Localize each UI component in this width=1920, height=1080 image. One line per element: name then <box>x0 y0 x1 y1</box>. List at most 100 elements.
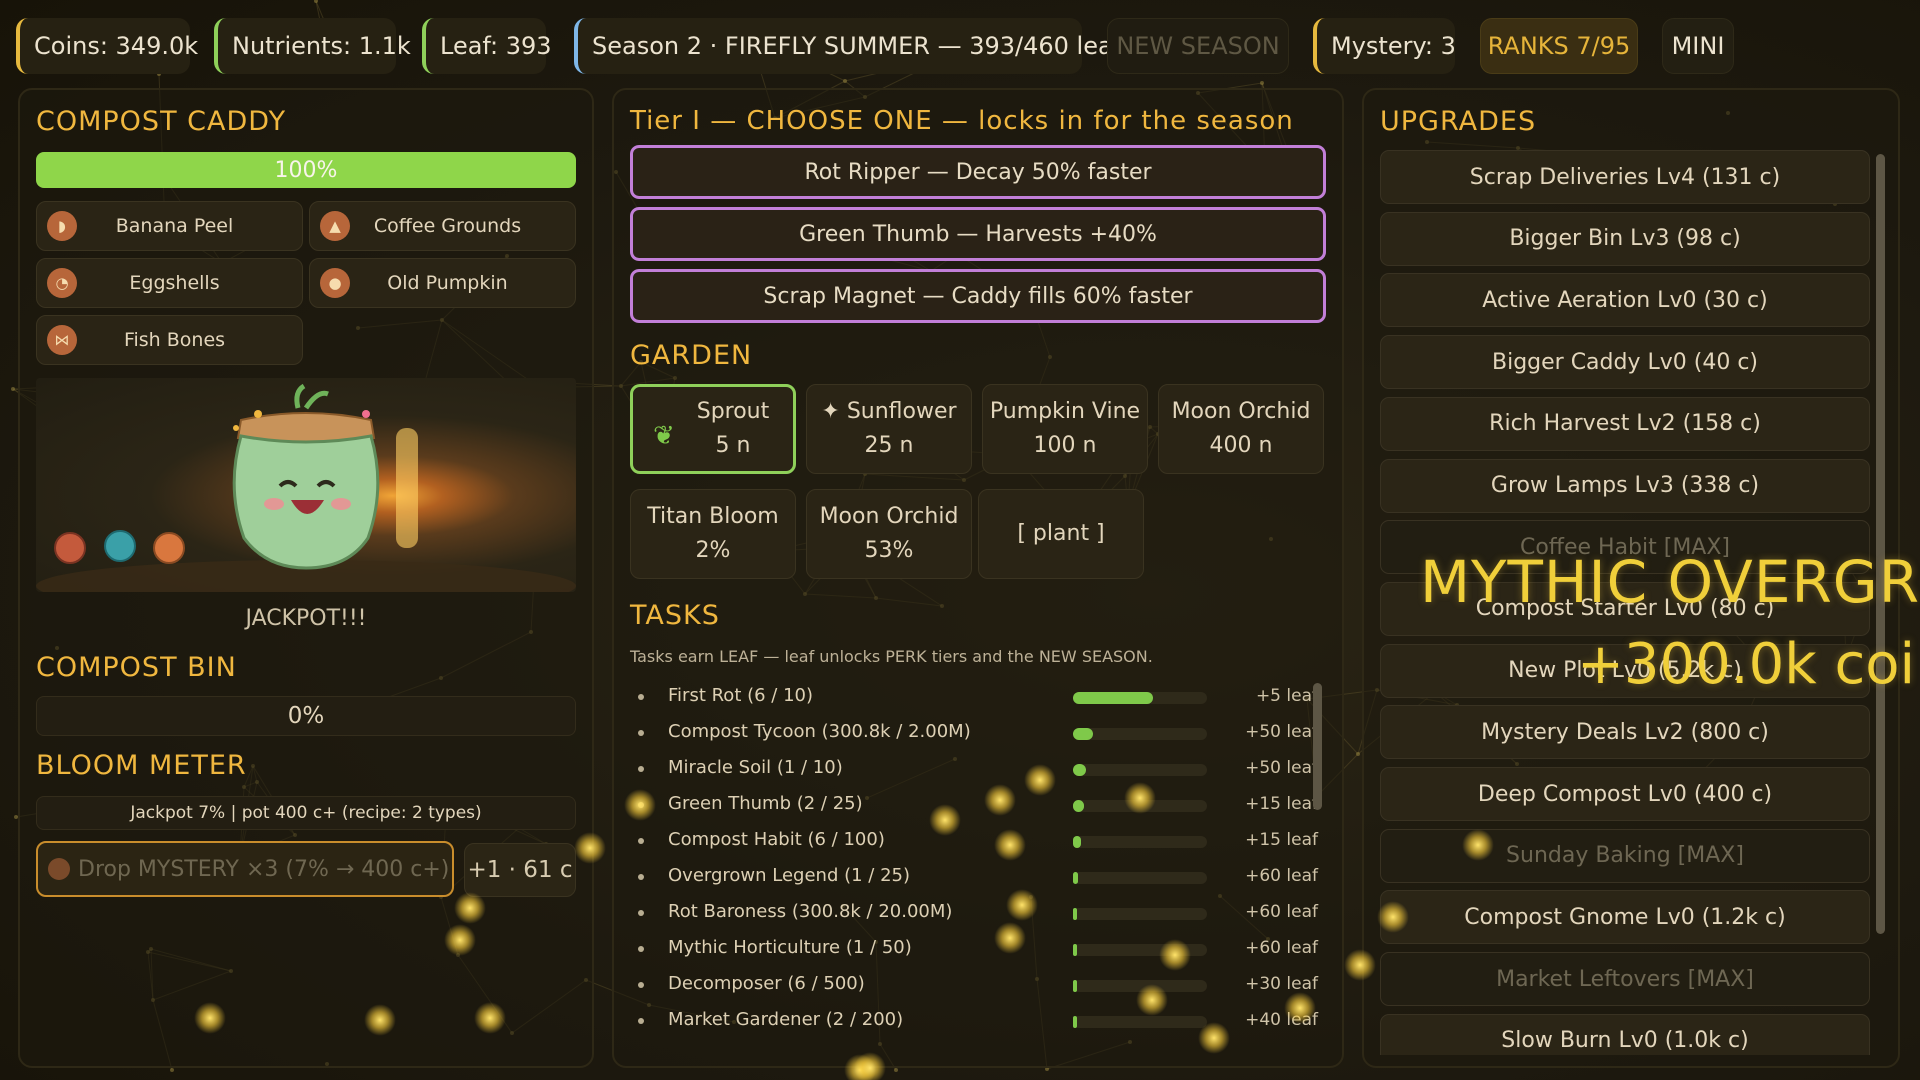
seed-card-sprout[interactable]: ❦ Sprout 5 n <box>630 384 796 474</box>
upgrade-button[interactable]: Bigger Bin Lv3 (98 c) <box>1380 211 1870 266</box>
firefly <box>574 832 606 864</box>
task-row: Overgrown Legend (1 / 25) +60 leaf <box>630 860 1320 896</box>
upgrades-scrollbar[interactable] <box>1876 154 1885 934</box>
upgrades-title: UPGRADES <box>1380 106 1537 137</box>
upgrade-label: Active Aeration Lv0 (30 c) <box>1482 287 1768 313</box>
bloom-meter-title: BLOOM METER <box>36 750 247 781</box>
task-bullet <box>638 838 644 844</box>
upgrade-label: Grow Lamps Lv3 (338 c) <box>1490 473 1760 498</box>
coins-counter: Coins: 349.0k <box>16 18 198 74</box>
firefly <box>1198 1022 1230 1054</box>
plot-titan-bloom[interactable]: Titan Bloom 2% <box>630 489 796 579</box>
caddy-item-label: Fish Bones <box>123 329 226 351</box>
new-season-button[interactable]: NEW SEASON <box>1107 18 1289 74</box>
task-progress-fill <box>1073 908 1077 920</box>
task-progress-track <box>1073 836 1207 848</box>
caddy-item-eggshells[interactable]: ◔ Eggshells <box>36 258 303 308</box>
compost-creature-illustration <box>36 383 576 592</box>
task-reward: +50 leaf <box>1245 758 1318 778</box>
task-reward: +60 leaf <box>1245 938 1318 958</box>
perk-option-label: Scrap Magnet — Caddy fills 60% faster <box>763 283 1193 309</box>
task-list[interactable]: First Rot (6 / 10) +5 leaf Compost Tycoon … <box>630 680 1320 1055</box>
task-progress-track <box>1073 728 1207 740</box>
achievement-popup-reward: +300.0k coi <box>1577 632 1916 697</box>
perk-option-label: Green Thumb — Harvests +40% <box>799 221 1157 247</box>
firefly <box>1024 764 1056 796</box>
seed-card-pumpkin-vine[interactable]: Pumpkin Vine 100 n <box>982 384 1148 474</box>
ranks-button[interactable]: RANKS 7/95 <box>1480 18 1638 74</box>
upgrade-button[interactable]: Mystery Deals Lv2 (800 c) <box>1380 705 1870 760</box>
tick-button[interactable]: +1 · 61 c <box>464 843 576 897</box>
firefly <box>454 892 486 924</box>
firefly <box>364 1004 396 1036</box>
upgrade-label: Market Leftovers [MAX] <box>1496 966 1754 992</box>
tick-label: +1 · 61 c <box>467 857 573 883</box>
plot-moon-orchid[interactable]: Moon Orchid 53% <box>806 489 972 579</box>
task-bullet <box>638 982 644 988</box>
firefly <box>984 784 1016 816</box>
caddy-item-banana-peel[interactable]: ◗ Banana Peel <box>36 201 303 251</box>
task-progress-fill <box>1073 692 1153 704</box>
upgrade-label: Slow Burn Lv0 (1.0k c) <box>1501 1028 1749 1054</box>
task-label: Mythic Horticulture (1 / 50) <box>668 937 912 958</box>
firefly <box>994 922 1026 954</box>
task-progress-fill <box>1073 836 1081 848</box>
perk-option-green-thumb[interactable]: Green Thumb — Harvests +40% <box>630 207 1326 261</box>
plant-button[interactable]: [ plant ] <box>978 489 1144 579</box>
task-bullet <box>638 694 644 700</box>
seed-name: Moon Orchid <box>1171 399 1311 424</box>
bloom-meter-info: Jackpot 7% | pot 400 c+ (recipe: 2 types… <box>36 796 576 830</box>
task-label: Market Gardener (2 / 200) <box>668 1009 904 1030</box>
drop-mystery-button[interactable]: Drop MYSTERY ×3 (7% → 400 c+) <box>36 841 454 897</box>
upgrade-button[interactable]: Scrap Deliveries Lv4 (131 c) <box>1380 150 1870 204</box>
coffee-grounds-icon: ▲ <box>320 211 350 241</box>
upgrade-label: Mystery Deals Lv2 (800 c) <box>1481 719 1769 745</box>
upgrade-label: Scrap Deliveries Lv4 (131 c) <box>1469 164 1781 190</box>
upgrade-button[interactable]: Slow Burn Lv0 (1.0k c) <box>1380 1013 1870 1055</box>
caddy-item-old-pumpkin[interactable]: ● Old Pumpkin <box>309 258 576 308</box>
upgrade-button[interactable]: Bigger Caddy Lv0 (40 c) <box>1380 335 1870 390</box>
upgrade-button[interactable]: Market Leftovers [MAX] <box>1380 952 1870 1007</box>
seed-card-sunflower[interactable]: ✦ Sunflower 25 n <box>806 384 972 474</box>
upgrade-button[interactable]: Rich Harvest Lv2 (158 c) <box>1380 396 1870 451</box>
task-progress-fill <box>1073 764 1086 776</box>
compost-creature-scene[interactable] <box>36 378 576 592</box>
task-progress-track <box>1073 908 1207 920</box>
caddy-item-coffee-grounds[interactable]: ▲ Coffee Grounds <box>309 201 576 251</box>
firefly <box>474 1002 506 1034</box>
seed-card-moon-orchid[interactable]: Moon Orchid 400 n <box>1158 384 1324 474</box>
pumpkin-icon: ● <box>320 268 350 298</box>
garden-title: GARDEN <box>630 340 753 371</box>
seed-cost: 100 n <box>1033 433 1097 458</box>
task-reward: +30 leaf <box>1245 974 1318 994</box>
upgrade-button[interactable]: Grow Lamps Lv3 (338 c) <box>1380 458 1870 513</box>
task-bullet <box>638 946 644 952</box>
perk-option-scrap-magnet[interactable]: Scrap Magnet — Caddy fills 60% faster <box>630 269 1326 323</box>
task-progress-fill <box>1073 872 1078 884</box>
upgrade-label: Rich Harvest Lv2 (158 c) <box>1489 411 1761 437</box>
tasks-scrollbar[interactable] <box>1313 683 1322 810</box>
tasks-hint: Tasks earn LEAF — leaf unlocks PERK tier… <box>630 647 1153 666</box>
eggshell-icon: ◔ <box>47 268 77 298</box>
task-label: Compost Habit (6 / 100) <box>668 829 885 850</box>
firefly <box>929 804 961 836</box>
firefly <box>1006 889 1038 921</box>
mystery-counter: Mystery: 3 <box>1313 18 1456 74</box>
upgrade-button[interactable]: Deep Compost Lv0 (400 c) <box>1380 767 1870 821</box>
seed-cost: 5 n <box>715 433 751 458</box>
firefly <box>854 1052 886 1080</box>
task-progress-fill <box>1073 1016 1077 1028</box>
seed-cost: 400 n <box>1209 433 1273 458</box>
task-progress-track <box>1073 764 1207 776</box>
perk-option-rot-ripper[interactable]: Rot Ripper — Decay 50% faster <box>630 145 1326 199</box>
task-reward: +60 leaf <box>1245 866 1318 886</box>
upgrade-button[interactable]: Active Aeration Lv0 (30 c) <box>1380 273 1870 328</box>
mini-button[interactable]: MINI <box>1662 18 1734 74</box>
drop-mystery-label: Drop MYSTERY ×3 (7% → 400 c+) <box>78 856 450 882</box>
compost-bin-bar: 0% <box>36 696 576 736</box>
caddy-item-fish-bones[interactable]: ⋈ Fish Bones <box>36 315 303 365</box>
upgrade-button[interactable]: Compost Gnome Lv0 (1.2k c) <box>1380 890 1870 945</box>
firefly <box>624 789 656 821</box>
upgrade-button[interactable]: Sunday Baking [MAX] <box>1380 828 1870 883</box>
task-bullet <box>638 910 644 916</box>
